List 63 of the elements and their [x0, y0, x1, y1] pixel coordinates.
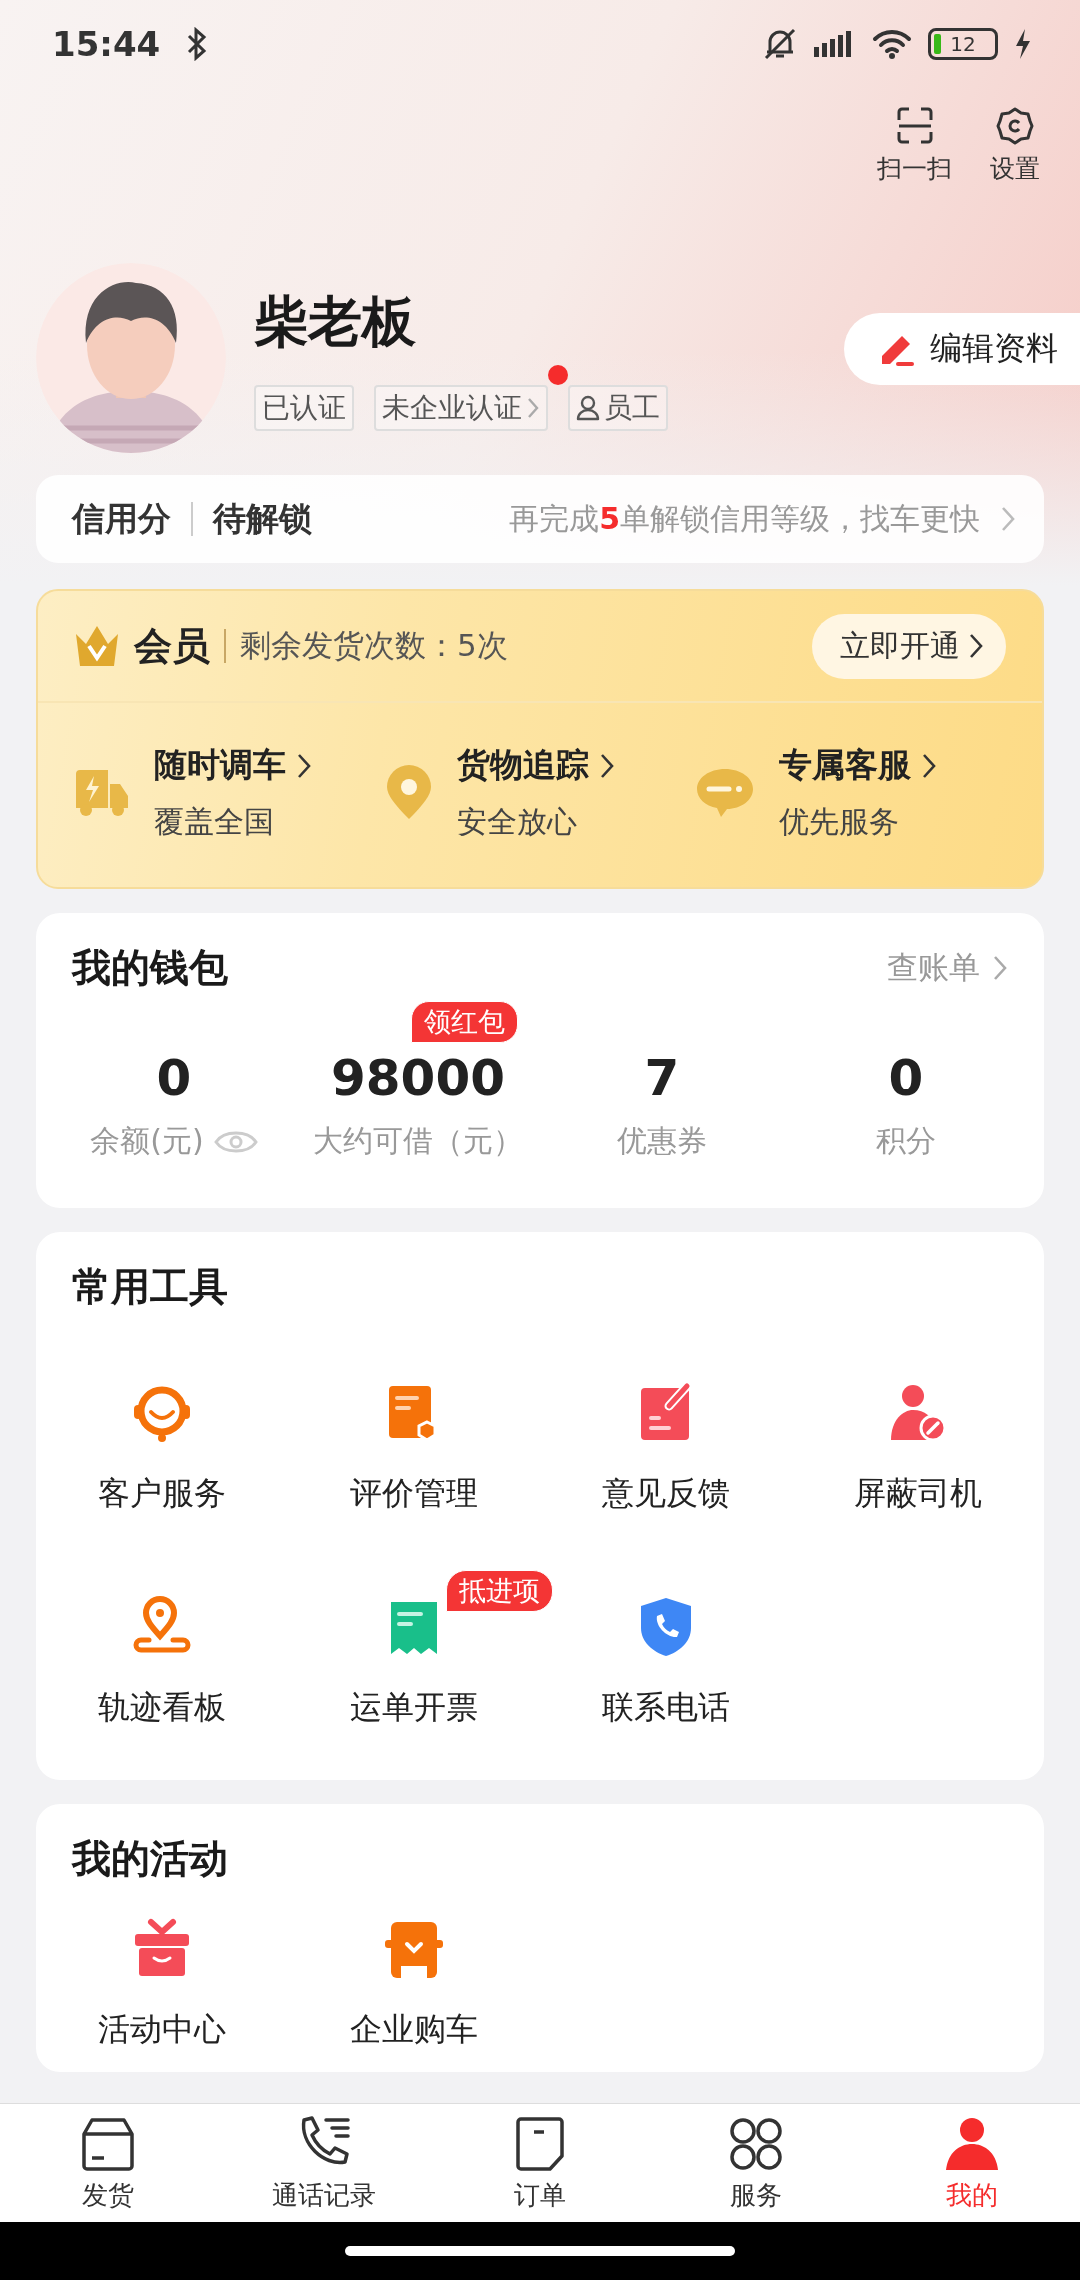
nav-tab[interactable]: 通话记录	[216, 2104, 432, 2222]
edit-profile-button[interactable]: 编辑资料	[844, 313, 1080, 385]
wallet-value[interactable]: 0	[156, 1049, 192, 1107]
tool-label[interactable]: 评价管理	[350, 1472, 478, 1516]
wallet-label: 优惠券	[617, 1122, 707, 1160]
home-indicator[interactable]	[345, 2246, 735, 2256]
credit-bar[interactable]: 信用分 待解锁 再完成5单解锁信用等级，找车更快	[36, 475, 1044, 563]
activity-item[interactable]: 活动中心	[36, 1886, 288, 2062]
benefit-subtitle: 安全放心	[456, 803, 578, 841]
profile-tag[interactable]: 未企业认证	[374, 384, 548, 431]
benefit-link[interactable]: 专属客服	[779, 743, 938, 788]
wallet-label: 大约可借（元）	[313, 1122, 523, 1160]
charging-icon	[1014, 28, 1032, 60]
remaining-shipments: 剩余发货次数：5次	[240, 626, 508, 665]
location-pin-icon	[384, 765, 433, 821]
credit-status: 待解锁	[213, 497, 312, 540]
bluetooth-icon	[186, 27, 209, 61]
user-name: 柴老板	[254, 288, 417, 355]
wallet-value[interactable]: 0	[888, 1049, 924, 1107]
activate-button[interactable]: 立即开通	[812, 613, 1006, 679]
profile-tag: 员工	[568, 384, 668, 431]
membership-title: 会员	[134, 622, 210, 670]
chevron-icon	[968, 632, 984, 660]
wifi-icon	[872, 28, 912, 60]
wallet-value[interactable]: 7	[644, 1049, 680, 1107]
wallet-label: 积分	[876, 1122, 936, 1160]
header-action-button[interactable]: 设置	[990, 106, 1040, 185]
header-action-button[interactable]: 扫一扫	[877, 106, 952, 185]
nav-tab[interactable]: 发货	[0, 2104, 216, 2222]
profile-tag: 已认证	[254, 384, 354, 431]
mute-icon	[762, 26, 798, 62]
tool-label[interactable]: 联系电话	[602, 1686, 730, 1730]
settings-icon	[995, 106, 1035, 146]
wallet-value[interactable]: 98000	[331, 1049, 505, 1107]
battery-indicator: 12	[928, 28, 998, 60]
benefit-link[interactable]: 随时调车	[154, 743, 312, 788]
activity-item[interactable]: 企业购车	[288, 1886, 540, 2062]
tool-label[interactable]: 意见反馈	[602, 1472, 730, 1516]
tool-label[interactable]: 客户服务	[98, 1472, 226, 1516]
crown-icon	[74, 624, 120, 668]
chevron-icon	[1000, 505, 1016, 533]
tool-label[interactable]: 轨迹看板	[98, 1686, 226, 1730]
tool-label[interactable]: 运单开票	[350, 1686, 478, 1730]
wallet-label: 余额(元)	[90, 1122, 204, 1160]
truck-icon	[74, 768, 130, 818]
section-title: 常用工具	[72, 1264, 228, 1309]
credit-title: 信用分	[72, 497, 171, 540]
credit-hint: 再完成5单解锁信用等级，找车更快	[509, 499, 980, 538]
tool-label[interactable]: 屏蔽司机	[854, 1472, 982, 1516]
benefit-link[interactable]: 货物追踪	[456, 743, 615, 788]
section-title: 我的钱包	[72, 944, 228, 992]
chevron-icon	[992, 954, 1008, 982]
chat-bubble-icon	[695, 767, 756, 819]
tool-badge: 抵进项	[446, 1570, 553, 1612]
nav-tab[interactable]: 服务	[648, 2104, 864, 2222]
benefit-subtitle: 覆盖全国	[154, 803, 275, 841]
promo-badge[interactable]: 领红包	[411, 1001, 518, 1043]
nav-tab[interactable]: 我的	[864, 2104, 1080, 2222]
status-time: 15:44	[52, 24, 161, 64]
person-icon	[576, 394, 600, 421]
nav-tab[interactable]: 订单	[432, 2104, 648, 2222]
benefit-subtitle: 优先服务	[779, 803, 901, 841]
section-title: 我的活动	[72, 1836, 228, 1881]
